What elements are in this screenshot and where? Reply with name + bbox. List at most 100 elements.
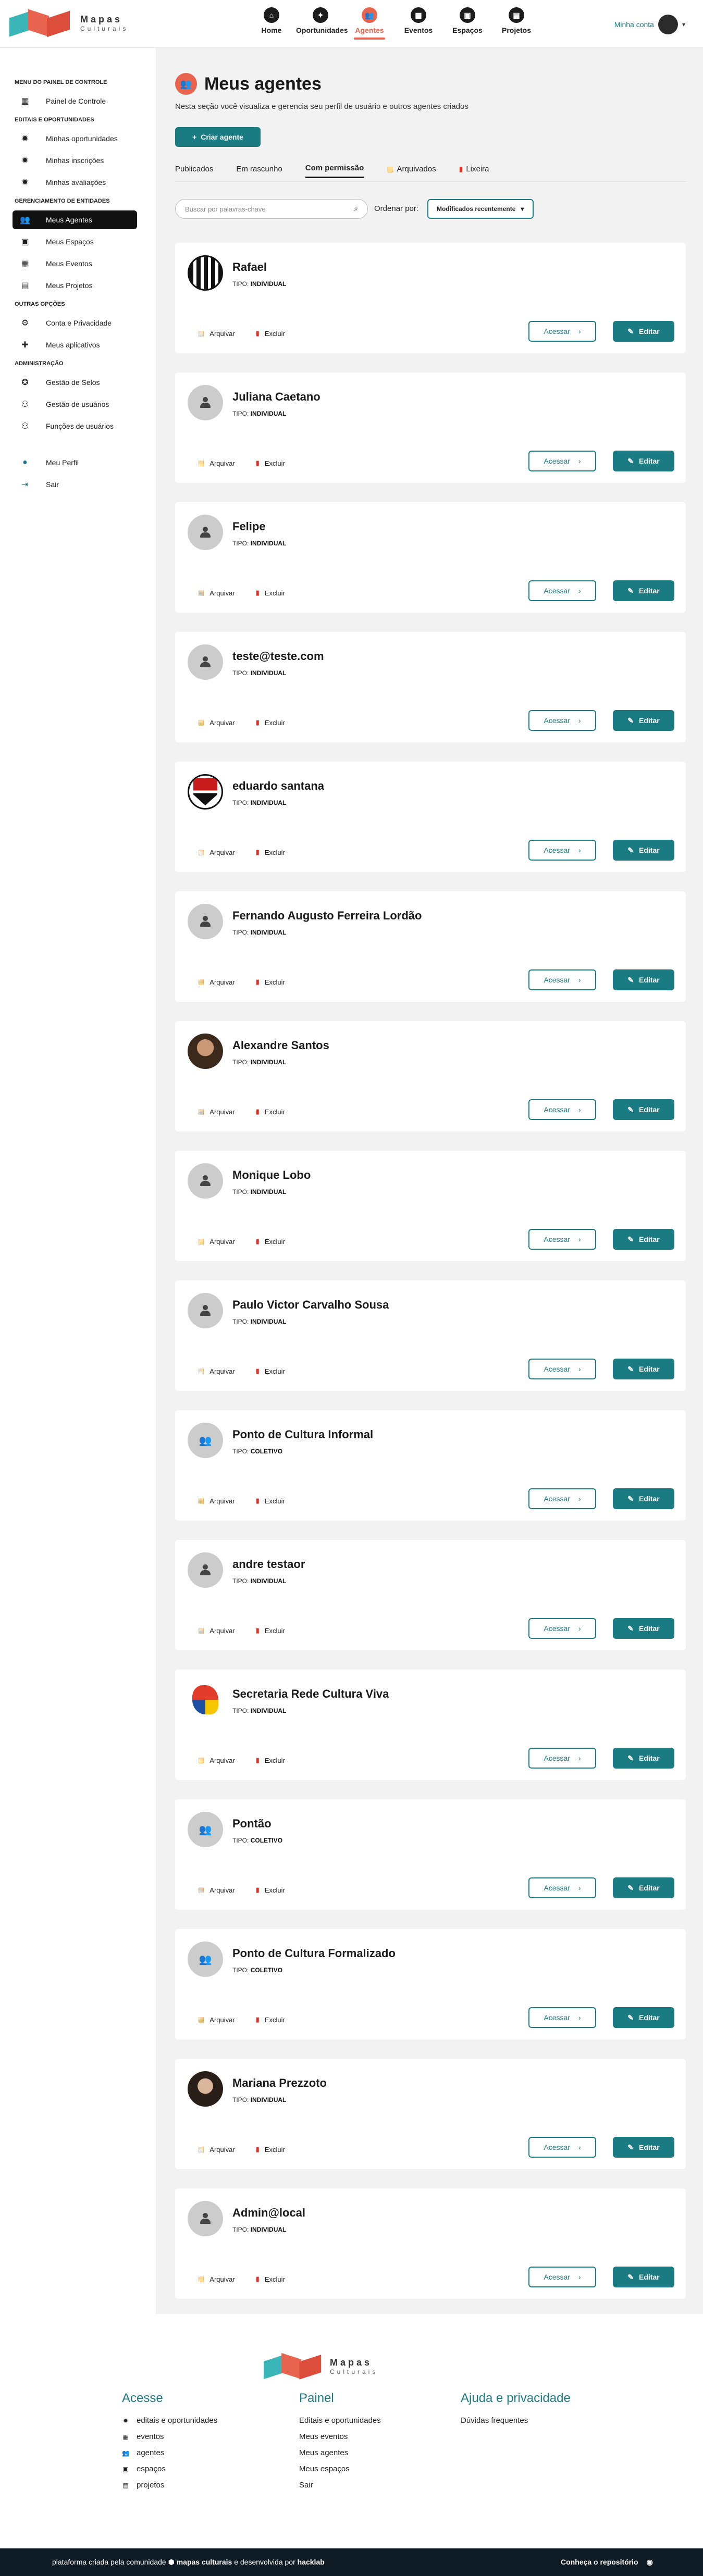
footer-link[interactable]: Sair	[299, 2481, 381, 2490]
delete-button[interactable]: ▮ Excluir	[256, 1367, 285, 1375]
sidebar-item-sair[interactable]: ⇥ Sair	[0, 475, 156, 494]
edit-button[interactable]: ✎ Editar	[613, 1359, 674, 1379]
archive-button[interactable]: ▤ Arquivar	[198, 1367, 235, 1375]
delete-button[interactable]: ▮ Excluir	[256, 978, 285, 986]
sidebar-item-meus-projetos[interactable]: ▤ Meus Projetos	[0, 276, 156, 295]
footer-link[interactable]: ▤ projetos	[122, 2481, 217, 2490]
sidebar-item-gestão-de-usuários[interactable]: ⚇ Gestão de usuários	[0, 395, 156, 414]
archive-button[interactable]: ▤ Arquivar	[198, 848, 235, 856]
nav-item-projetos[interactable]: ▤ Projetos	[492, 7, 541, 40]
nav-item-oportunidades[interactable]: ✦ Oportunidades	[296, 7, 348, 40]
archive-button[interactable]: ▤ Arquivar	[198, 329, 235, 338]
delete-button[interactable]: ▮ Excluir	[256, 1107, 285, 1116]
footer-link[interactable]: ▣ espaços	[122, 2465, 217, 2473]
archive-button[interactable]: ▤ Arquivar	[198, 589, 235, 597]
footer-link[interactable]: Dúvidas frequentes	[461, 2416, 571, 2425]
nav-item-home[interactable]: ⌂ Home	[247, 7, 296, 40]
sort-select[interactable]: Modificados recentemente ▾	[427, 199, 534, 219]
sidebar-item-meus-eventos[interactable]: ▦ Meus Eventos	[0, 254, 156, 273]
tab-em-rascunho[interactable]: Em rascunho	[236, 164, 282, 178]
access-button[interactable]: Acessar ›	[528, 1229, 596, 1250]
edit-button[interactable]: ✎ Editar	[613, 1618, 674, 1639]
sidebar-item-meus-aplicativos[interactable]: ✚ Meus aplicativos	[0, 335, 156, 354]
edit-button[interactable]: ✎ Editar	[613, 321, 674, 342]
edit-button[interactable]: ✎ Editar	[613, 969, 674, 990]
delete-button[interactable]: ▮ Excluir	[256, 1497, 285, 1505]
footer-link[interactable]: ▦ eventos	[122, 2432, 217, 2441]
archive-button[interactable]: ▤ Arquivar	[198, 1497, 235, 1505]
archive-button[interactable]: ▤ Arquivar	[198, 2145, 235, 2154]
edit-button[interactable]: ✎ Editar	[613, 710, 674, 731]
delete-button[interactable]: ▮ Excluir	[256, 459, 285, 467]
tab-publicados[interactable]: Publicados	[175, 164, 213, 178]
access-button[interactable]: Acessar ›	[528, 1618, 596, 1639]
credits-brand-mapas[interactable]: mapas culturais	[177, 2558, 232, 2566]
access-button[interactable]: Acessar ›	[528, 580, 596, 601]
access-button[interactable]: Acessar ›	[528, 1359, 596, 1379]
access-button[interactable]: Acessar ›	[528, 710, 596, 731]
credits-brand-hacklab[interactable]: hacklab	[298, 2558, 325, 2566]
edit-button[interactable]: ✎ Editar	[613, 2007, 674, 2028]
footer-link[interactable]: Editais e oportunidades	[299, 2416, 381, 2425]
repo-link[interactable]: Conheça o repositório ◉	[561, 2558, 653, 2567]
edit-button[interactable]: ✎ Editar	[613, 451, 674, 471]
search-icon[interactable]: ⌕	[354, 204, 358, 213]
delete-button[interactable]: ▮ Excluir	[256, 2015, 285, 2024]
account-menu[interactable]: Minha conta ▾	[614, 15, 685, 34]
access-button[interactable]: Acessar ›	[528, 1099, 596, 1120]
delete-button[interactable]: ▮ Excluir	[256, 848, 285, 856]
access-button[interactable]: Acessar ›	[528, 451, 596, 471]
access-button[interactable]: Acessar ›	[528, 321, 596, 342]
sidebar-item-meus-agentes[interactable]: 👥 Meus Agentes	[13, 210, 137, 229]
delete-button[interactable]: ▮ Excluir	[256, 589, 285, 597]
archive-button[interactable]: ▤ Arquivar	[198, 1756, 235, 1764]
access-button[interactable]: Acessar ›	[528, 2137, 596, 2158]
access-button[interactable]: Acessar ›	[528, 2007, 596, 2028]
sidebar-item-minhas-avaliações[interactable]: ✹ Minhas avaliações	[0, 173, 156, 192]
archive-button[interactable]: ▤ Arquivar	[198, 718, 235, 727]
delete-button[interactable]: ▮ Excluir	[256, 1756, 285, 1764]
footer-logo[interactable]: Mapas Culturais	[262, 2353, 378, 2380]
archive-button[interactable]: ▤ Arquivar	[198, 2015, 235, 2024]
sidebar-item-minhas-inscrições[interactable]: ✹ Minhas inscrições	[0, 151, 156, 170]
edit-button[interactable]: ✎ Editar	[613, 1229, 674, 1250]
nav-item-eventos[interactable]: ▦ Eventos	[394, 7, 443, 40]
archive-button[interactable]: ▤ Arquivar	[198, 459, 235, 467]
delete-button[interactable]: ▮ Excluir	[256, 2275, 285, 2283]
delete-button[interactable]: ▮ Excluir	[256, 1886, 285, 1894]
footer-link[interactable]: ✹ editais e oportunidades	[122, 2416, 217, 2425]
edit-button[interactable]: ✎ Editar	[613, 580, 674, 601]
access-button[interactable]: Acessar ›	[528, 2267, 596, 2287]
site-logo[interactable]: Mapas Culturais	[9, 9, 128, 38]
archive-button[interactable]: ▤ Arquivar	[198, 1626, 235, 1635]
sidebar-item-minhas-oportunidades[interactable]: ✹ Minhas oportunidades	[0, 129, 156, 148]
edit-button[interactable]: ✎ Editar	[613, 2137, 674, 2158]
nav-item-espaços[interactable]: ▣ Espaços	[443, 7, 492, 40]
tab-arquivados[interactable]: ▤ Arquivados	[387, 164, 436, 178]
delete-button[interactable]: ▮ Excluir	[256, 1237, 285, 1246]
access-button[interactable]: Acessar ›	[528, 1748, 596, 1769]
nav-item-agentes[interactable]: 👥 Agentes	[345, 7, 394, 40]
sidebar-item-painel-de-controle[interactable]: ▦ Painel de Controle	[0, 92, 156, 110]
delete-button[interactable]: ▮ Excluir	[256, 2145, 285, 2154]
edit-button[interactable]: ✎ Editar	[613, 1748, 674, 1769]
access-button[interactable]: Acessar ›	[528, 1488, 596, 1509]
edit-button[interactable]: ✎ Editar	[613, 2267, 674, 2287]
archive-button[interactable]: ▤ Arquivar	[198, 978, 235, 986]
tab-com-permissão[interactable]: Com permissão	[305, 164, 364, 178]
tab-lixeira[interactable]: ▮ Lixeira	[459, 164, 489, 178]
archive-button[interactable]: ▤ Arquivar	[198, 1886, 235, 1894]
delete-button[interactable]: ▮ Excluir	[256, 329, 285, 338]
footer-link[interactable]: Meus eventos	[299, 2432, 381, 2441]
create-agent-button[interactable]: + Criar agente	[175, 127, 261, 147]
archive-button[interactable]: ▤ Arquivar	[198, 2275, 235, 2283]
sidebar-item-gestão-de-selos[interactable]: ✪ Gestão de Selos	[0, 373, 156, 392]
edit-button[interactable]: ✎ Editar	[613, 1099, 674, 1120]
footer-link[interactable]: 👥 agentes	[122, 2448, 217, 2457]
footer-link[interactable]: Meus agentes	[299, 2448, 381, 2457]
sidebar-item-funções-de-usuários[interactable]: ⚇ Funções de usuários	[0, 417, 156, 435]
edit-button[interactable]: ✎ Editar	[613, 840, 674, 861]
sidebar-item-conta-e-privacidade[interactable]: ⚙ Conta e Privacidade	[0, 314, 156, 332]
sidebar-item-meu-perfil[interactable]: ● Meu Perfil	[0, 453, 156, 472]
edit-button[interactable]: ✎ Editar	[613, 1488, 674, 1509]
